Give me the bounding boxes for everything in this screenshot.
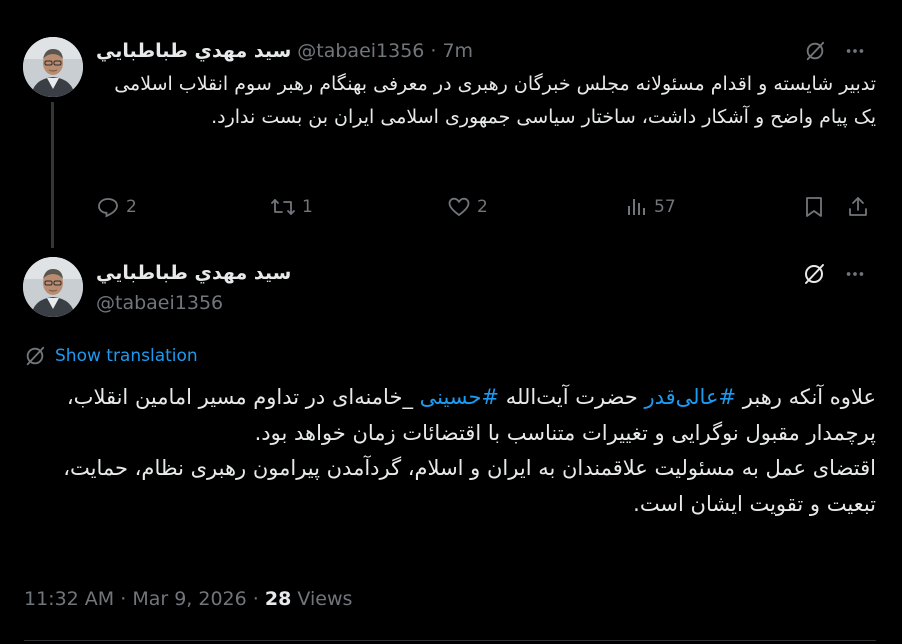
bookmark-button[interactable] [802,195,826,219]
bookmark-icon [806,197,822,217]
avatar-image [23,257,83,317]
relative-time[interactable]: 7m [442,40,473,62]
grok-icon[interactable] [804,40,826,62]
show-translation-link[interactable]: Show translation [55,346,198,366]
timestamp-time[interactable]: 11:32 AM [24,588,114,610]
display-name[interactable]: سيد مهدي طباطبايي [96,262,291,284]
views-button[interactable]: 57 [624,195,676,219]
repost-count: 1 [302,197,313,217]
handle[interactable]: @tabaei1356 [96,292,291,314]
divider [24,640,876,641]
tweet-paragraph-2: اقتضای عمل به مسئولیت علاقمندان به ایران… [63,456,876,516]
text-segment: حضرت آیت‌الله [499,385,645,409]
hashtag-link[interactable]: #عالی‌قدر [644,385,736,409]
avatar-image [23,37,83,97]
tweet-metadata: 11:32 AM · Mar 9, 2026 · 28 Views [24,588,352,610]
handle[interactable]: @tabaei1356 [297,40,424,62]
share-button[interactable] [846,195,870,219]
avatar[interactable] [23,257,83,317]
tweet-header: سيد مهدي طباطبايي @tabaei1356 · 7m [96,40,866,62]
like-count: 2 [477,197,488,217]
author-block: سيد مهدي طباطبايي @tabaei1356 [96,262,291,314]
avatar[interactable] [23,37,83,97]
views-icon [628,199,645,215]
reply-count: 2 [126,197,137,217]
separator-dot: · [120,588,127,610]
reply-button[interactable]: 2 [96,195,137,219]
show-translation[interactable]: Show translation [24,345,198,367]
timestamp-date[interactable]: Mar 9, 2026 [132,588,246,610]
text-segment: علاوه آنکه رهبر [736,385,876,409]
thread-line [51,102,54,248]
reply-icon [98,198,118,218]
share-icon [849,197,867,216]
tweet-header-icons [802,262,866,286]
more-icon[interactable] [844,263,866,285]
views-count: 28 [264,588,292,610]
hashtag-link[interactable]: #حسینی [420,385,500,409]
tweet-text: تدبیر شایسته و اقدام مسئولانه مجلس خبرگا… [114,73,876,128]
translate-icon [26,346,45,366]
parent-tweet[interactable]: سيد مهدي طباطبايي @tabaei1356 · 7m تدبیر… [0,0,902,250]
tweet-text: علاوه آنکه رهبر #عالی‌قدر حضرت آیت‌الله … [24,380,876,522]
more-icon[interactable] [844,40,866,62]
view-count: 57 [654,197,676,217]
heart-icon [448,197,470,217]
tweet-actions: 2 1 2 57 [96,192,874,224]
separator-dot: · [252,588,259,610]
grok-icon[interactable] [802,262,826,286]
tweet-paragraph-1: علاوه آنکه رهبر #عالی‌قدر حضرت آیت‌الله … [24,380,876,451]
repost-icon [271,199,295,215]
separator-dot: · [430,40,437,62]
like-button[interactable]: 2 [447,195,488,219]
display-name[interactable]: سيد مهدي طباطبايي [96,40,291,62]
views-label: Views [297,588,353,610]
repost-button[interactable]: 1 [270,195,313,219]
